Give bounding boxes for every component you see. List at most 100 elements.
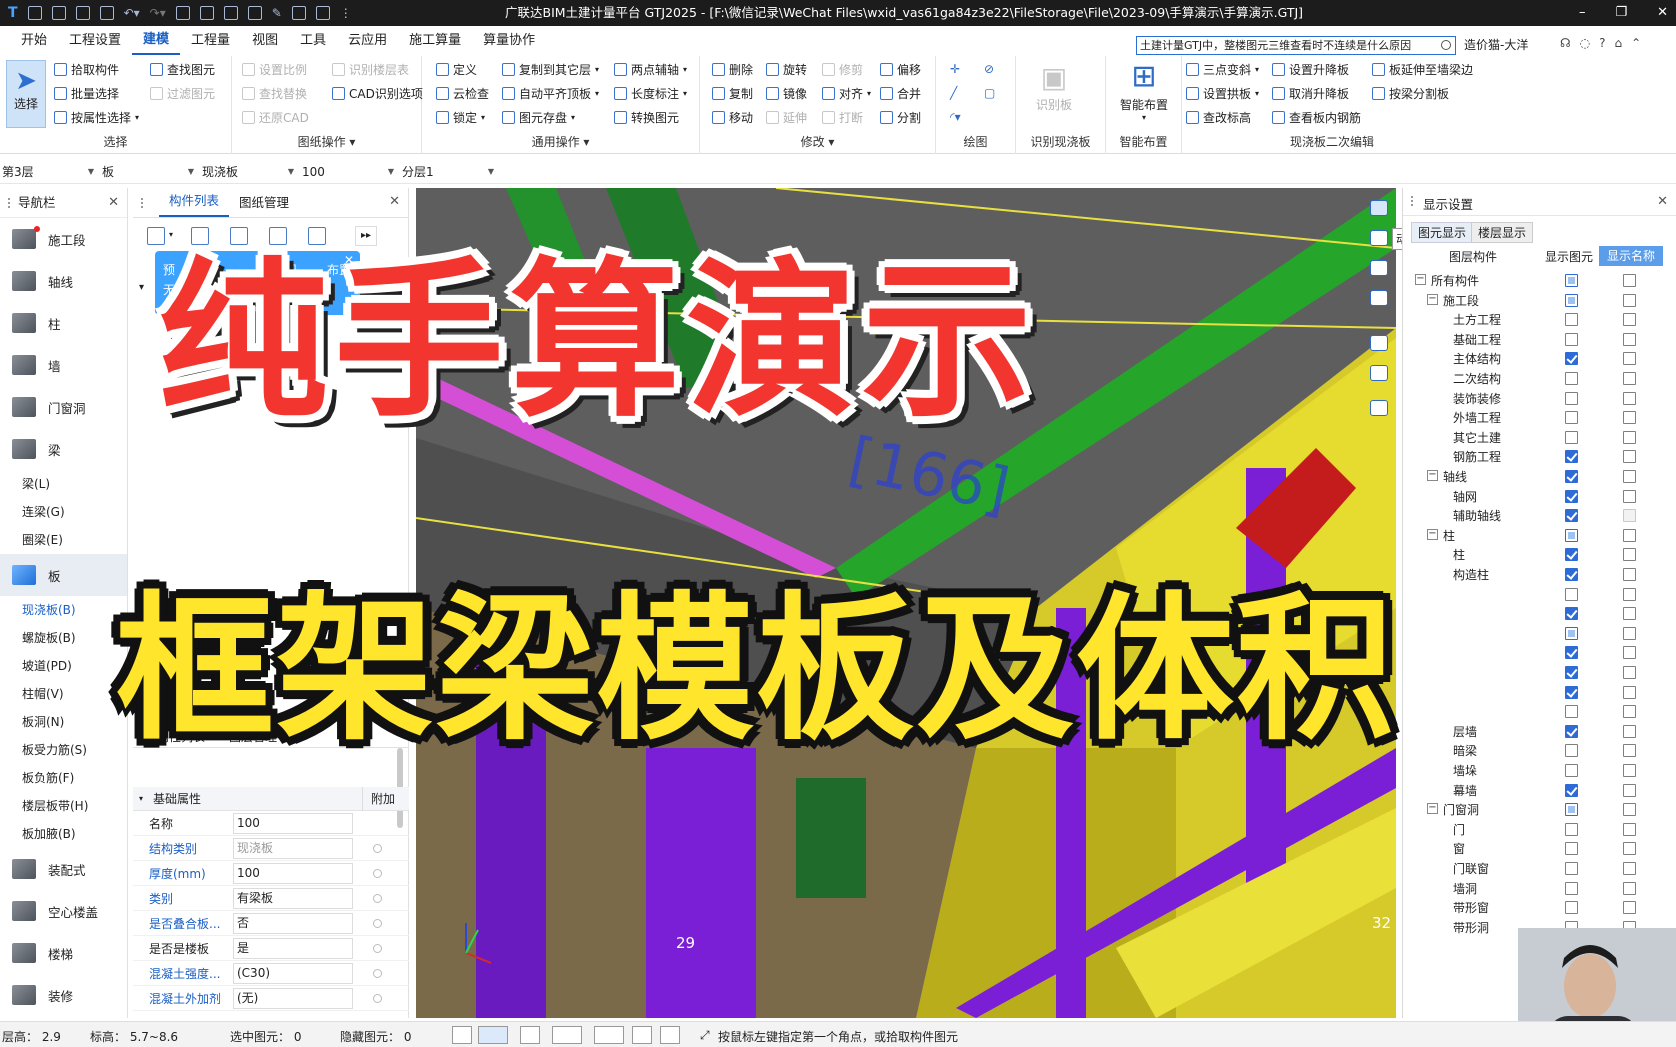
nav-item-top-0[interactable]: 施工段 bbox=[0, 218, 127, 260]
nav-item-top-2[interactable]: 柱 bbox=[0, 302, 127, 344]
find-element-button[interactable]: 查找图元 bbox=[150, 60, 215, 78]
help-icon[interactable]: ? bbox=[1599, 36, 1605, 50]
component-name-select[interactable]: 100 ▼ bbox=[300, 163, 396, 181]
nav-item-top-3[interactable]: 墙 bbox=[0, 344, 127, 386]
slab-sub-item[interactable]: 坡道(PD) bbox=[0, 652, 127, 680]
menu-modeling[interactable]: 建模 bbox=[132, 27, 181, 55]
attach-checkbox[interactable] bbox=[373, 919, 382, 928]
snap-icon[interactable] bbox=[478, 1026, 508, 1044]
three-point-slope-button[interactable]: 三点变斜 ▾ bbox=[1186, 60, 1259, 78]
nav-item-top-4[interactable]: 门窗洞 bbox=[0, 386, 127, 428]
show-element-checkbox[interactable] bbox=[1565, 411, 1578, 425]
orbit-icon[interactable] bbox=[1370, 200, 1388, 216]
show-element-checkbox[interactable] bbox=[1565, 783, 1578, 797]
property-value-field[interactable]: (C30) bbox=[233, 962, 353, 984]
property-value-field[interactable]: 100 bbox=[233, 862, 353, 884]
show-name-checkbox[interactable] bbox=[1623, 626, 1636, 640]
slab-sub-item[interactable]: 现浇板(B) bbox=[0, 596, 127, 624]
show-element-checkbox[interactable] bbox=[1565, 372, 1578, 385]
property-value-field[interactable]: 100 bbox=[233, 812, 353, 834]
menu-tools[interactable]: 工具 bbox=[289, 26, 337, 56]
pen-icon[interactable]: ✎ bbox=[272, 6, 282, 20]
show-name-checkbox[interactable] bbox=[1623, 901, 1636, 915]
maximize-button[interactable]: ❐ bbox=[1615, 0, 1627, 26]
cross-snap-icon[interactable] bbox=[520, 1026, 540, 1044]
tab-floor-display[interactable]: 楼层显示 bbox=[1471, 222, 1534, 243]
show-element-checkbox[interactable] bbox=[1565, 842, 1578, 856]
fit-view-icon[interactable] bbox=[1370, 335, 1388, 351]
menu-view[interactable]: 视图 bbox=[241, 26, 289, 56]
open-folder-icon[interactable] bbox=[75, 6, 90, 20]
show-name-checkbox[interactable] bbox=[1623, 509, 1636, 523]
show-element-checkbox[interactable] bbox=[1565, 274, 1578, 287]
smart-layout-button[interactable]: ⊞ 智能布置 ▾ bbox=[1106, 58, 1182, 122]
collapse-icon[interactable]: ⌃ bbox=[1631, 36, 1641, 50]
tree-toggle-icon[interactable]: − bbox=[1427, 293, 1438, 305]
identify-floor-table-button[interactable]: 识别楼层表 bbox=[332, 60, 409, 78]
property-value-field[interactable]: (无) bbox=[233, 987, 353, 1009]
attach-checkbox[interactable] bbox=[373, 844, 382, 853]
show-element-checkbox[interactable] bbox=[1565, 724, 1578, 738]
undo-icon[interactable]: ↶▾ bbox=[124, 6, 140, 20]
tree-toggle-icon[interactable]: − bbox=[1427, 528, 1438, 540]
upload-icon[interactable] bbox=[27, 6, 42, 20]
show-name-checkbox[interactable] bbox=[1623, 724, 1636, 738]
property-value-field[interactable]: 现浇板 bbox=[233, 837, 353, 859]
show-element-checkbox[interactable] bbox=[1565, 705, 1578, 719]
check-elevation-button[interactable]: 查改标高 bbox=[1186, 108, 1251, 126]
show-name-checkbox[interactable] bbox=[1623, 783, 1636, 797]
attach-checkbox[interactable] bbox=[373, 969, 382, 978]
show-name-checkbox[interactable] bbox=[1623, 332, 1636, 346]
slab-sub-item[interactable]: 楼层板带(H) bbox=[0, 792, 127, 820]
dimension-input-icon[interactable] bbox=[594, 1026, 624, 1044]
tab-component-list[interactable]: 构件列表 bbox=[159, 187, 230, 217]
drag-handle-icon[interactable] bbox=[1411, 196, 1414, 206]
help-search-input[interactable]: 土建计量GTJ中，整楼图元三维查看时不连续是什么原因 bbox=[1136, 36, 1456, 55]
trim-button[interactable]: 修剪 bbox=[822, 60, 863, 78]
property-value-field[interactable]: 否 bbox=[233, 912, 353, 934]
cloud-check-button[interactable]: 云检查 bbox=[436, 84, 489, 102]
restore-cad-button[interactable]: 还原CAD bbox=[242, 108, 309, 126]
chat-icon[interactable]: ◌ bbox=[1580, 36, 1590, 50]
show-name-checkbox[interactable] bbox=[1623, 470, 1636, 483]
select-button[interactable]: ➤ 选择 bbox=[6, 60, 46, 128]
show-name-checkbox[interactable] bbox=[1623, 822, 1636, 836]
show-element-checkbox[interactable] bbox=[1565, 666, 1578, 679]
show-name-checkbox[interactable] bbox=[1623, 666, 1636, 679]
line-tool-icon[interactable]: ╱ bbox=[950, 84, 957, 102]
nav-item-bottom-1[interactable]: 空心楼盖 bbox=[0, 890, 127, 932]
beam-sub-item[interactable]: 梁(L) bbox=[0, 470, 127, 498]
menu-quantity[interactable]: 工程量 bbox=[180, 26, 241, 56]
chevron-down-icon[interactable]: ▾ bbox=[169, 230, 173, 239]
mirror-button[interactable]: 镜像 bbox=[766, 84, 807, 102]
minimize-button[interactable]: – bbox=[1579, 0, 1586, 26]
close-icon[interactable]: ✕ bbox=[1657, 194, 1668, 209]
angle-icon[interactable] bbox=[552, 1026, 582, 1044]
show-name-checkbox[interactable] bbox=[1623, 587, 1636, 601]
close-icon[interactable]: ✕ bbox=[389, 194, 400, 209]
show-name-checkbox[interactable] bbox=[1623, 528, 1636, 542]
show-name-checkbox[interactable] bbox=[1623, 372, 1636, 385]
select-by-attribute-button[interactable]: 按属性选择 ▾ bbox=[54, 108, 139, 126]
show-name-checkbox[interactable] bbox=[1623, 803, 1636, 817]
cad-options-button[interactable]: CAD识别选项 bbox=[332, 84, 423, 102]
nav-item-top-5[interactable]: 梁 bbox=[0, 428, 127, 470]
redo-icon[interactable]: ↷▾ bbox=[150, 6, 166, 20]
drag-handle-icon[interactable] bbox=[141, 198, 144, 208]
beam-sub-item[interactable]: 连梁(G) bbox=[0, 498, 127, 526]
show-name-checkbox[interactable] bbox=[1623, 744, 1636, 758]
show-name-checkbox[interactable] bbox=[1623, 568, 1636, 581]
search-icon[interactable] bbox=[1441, 40, 1451, 50]
show-element-checkbox[interactable] bbox=[1565, 548, 1578, 562]
nav-item-bottom-0[interactable]: 装配式 bbox=[0, 848, 127, 890]
attach-checkbox[interactable] bbox=[373, 894, 382, 903]
more-icon[interactable]: ⋮ bbox=[340, 6, 352, 20]
menu-cloud[interactable]: 云应用 bbox=[337, 26, 398, 56]
type-select[interactable]: 板 ▼ bbox=[100, 163, 196, 181]
report-icon[interactable] bbox=[199, 6, 214, 20]
show-element-checkbox[interactable] bbox=[1565, 332, 1578, 346]
show-name-checkbox[interactable] bbox=[1623, 450, 1636, 464]
slab-sub-item[interactable]: 板负筋(F) bbox=[0, 764, 127, 792]
slab-sub-item[interactable]: 柱帽(V) bbox=[0, 680, 127, 708]
tree-toggle-icon[interactable]: − bbox=[1415, 274, 1426, 285]
